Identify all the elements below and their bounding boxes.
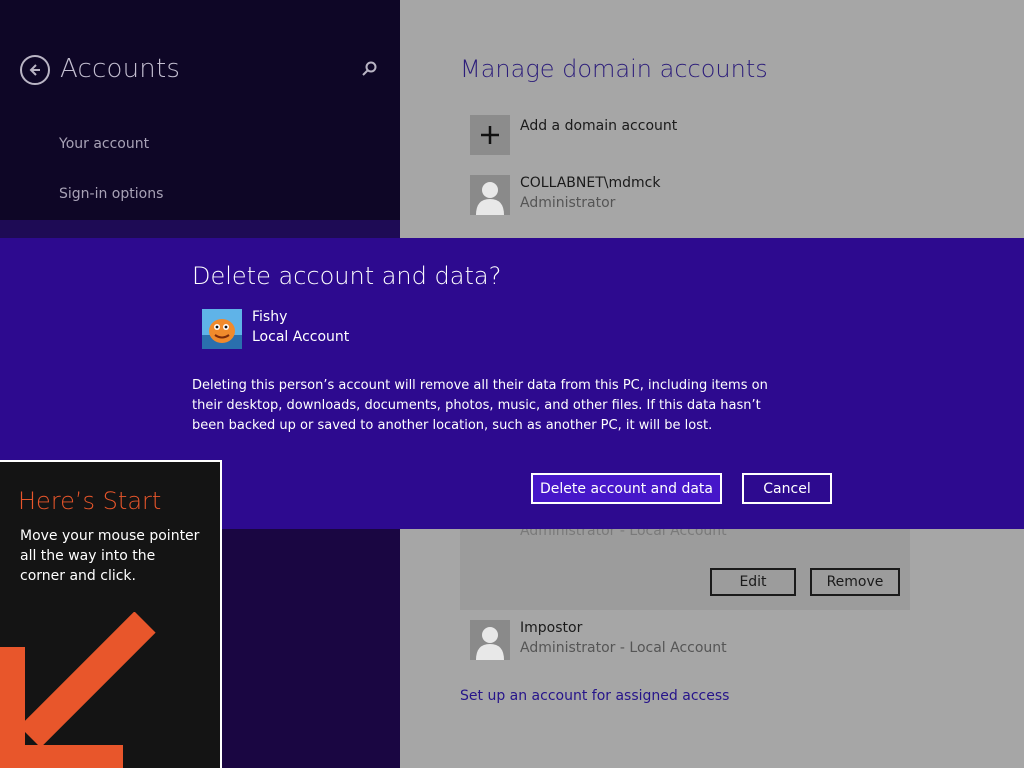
- nav-item-selected[interactable]: [0, 220, 400, 240]
- dialog-user-name: Fishy: [252, 309, 288, 325]
- section-heading: Manage domain accounts: [460, 55, 768, 83]
- selected-account-card[interactable]: Administrator - Local Account Edit Remov…: [460, 523, 910, 610]
- add-domain-account-label: Add a domain account: [520, 118, 678, 134]
- dialog-account-type: Local Account: [252, 329, 350, 345]
- start-tip-body: Move your mouse pointer all the way into…: [20, 528, 200, 584]
- edit-button[interactable]: Edit: [710, 568, 796, 596]
- start-tip-callout: Here’s Start Move your mouse pointer all…: [0, 460, 222, 768]
- page-title: Accounts: [60, 54, 181, 84]
- avatar: [470, 175, 510, 215]
- user-icon: [470, 620, 510, 660]
- dialog-title: Delete account and data?: [192, 262, 502, 290]
- search-icon: [362, 61, 377, 76]
- plus-icon: [481, 126, 499, 144]
- arrow-down-left-icon: [0, 612, 156, 768]
- user-icon: [470, 175, 510, 215]
- account-role: Administrator - Local Account: [520, 640, 727, 656]
- remove-button[interactable]: Remove: [810, 568, 900, 596]
- nav-item-your-account[interactable]: Your account: [59, 136, 149, 152]
- avatar: [470, 620, 510, 660]
- cancel-button[interactable]: Cancel: [742, 473, 832, 504]
- account-name: COLLABNET\mdmck: [520, 175, 661, 191]
- user-picture-icon: [202, 309, 242, 349]
- search-button[interactable]: [361, 60, 379, 78]
- account-name: Impostor: [520, 620, 583, 636]
- plus-tile: [470, 115, 510, 155]
- avatar: [202, 309, 242, 349]
- assigned-access-link[interactable]: Set up an account for assigned access: [460, 688, 729, 704]
- back-button[interactable]: [20, 55, 50, 85]
- start-tip-title: Here’s Start: [18, 487, 162, 515]
- account-role: Administrator: [520, 195, 616, 211]
- nav-item-sign-in-options[interactable]: Sign-in options: [59, 186, 163, 202]
- dialog-description: Deleting this person’s account will remo…: [192, 378, 768, 433]
- delete-account-and-data-button[interactable]: Delete account and data: [531, 473, 722, 504]
- back-arrow-icon: [29, 64, 40, 76]
